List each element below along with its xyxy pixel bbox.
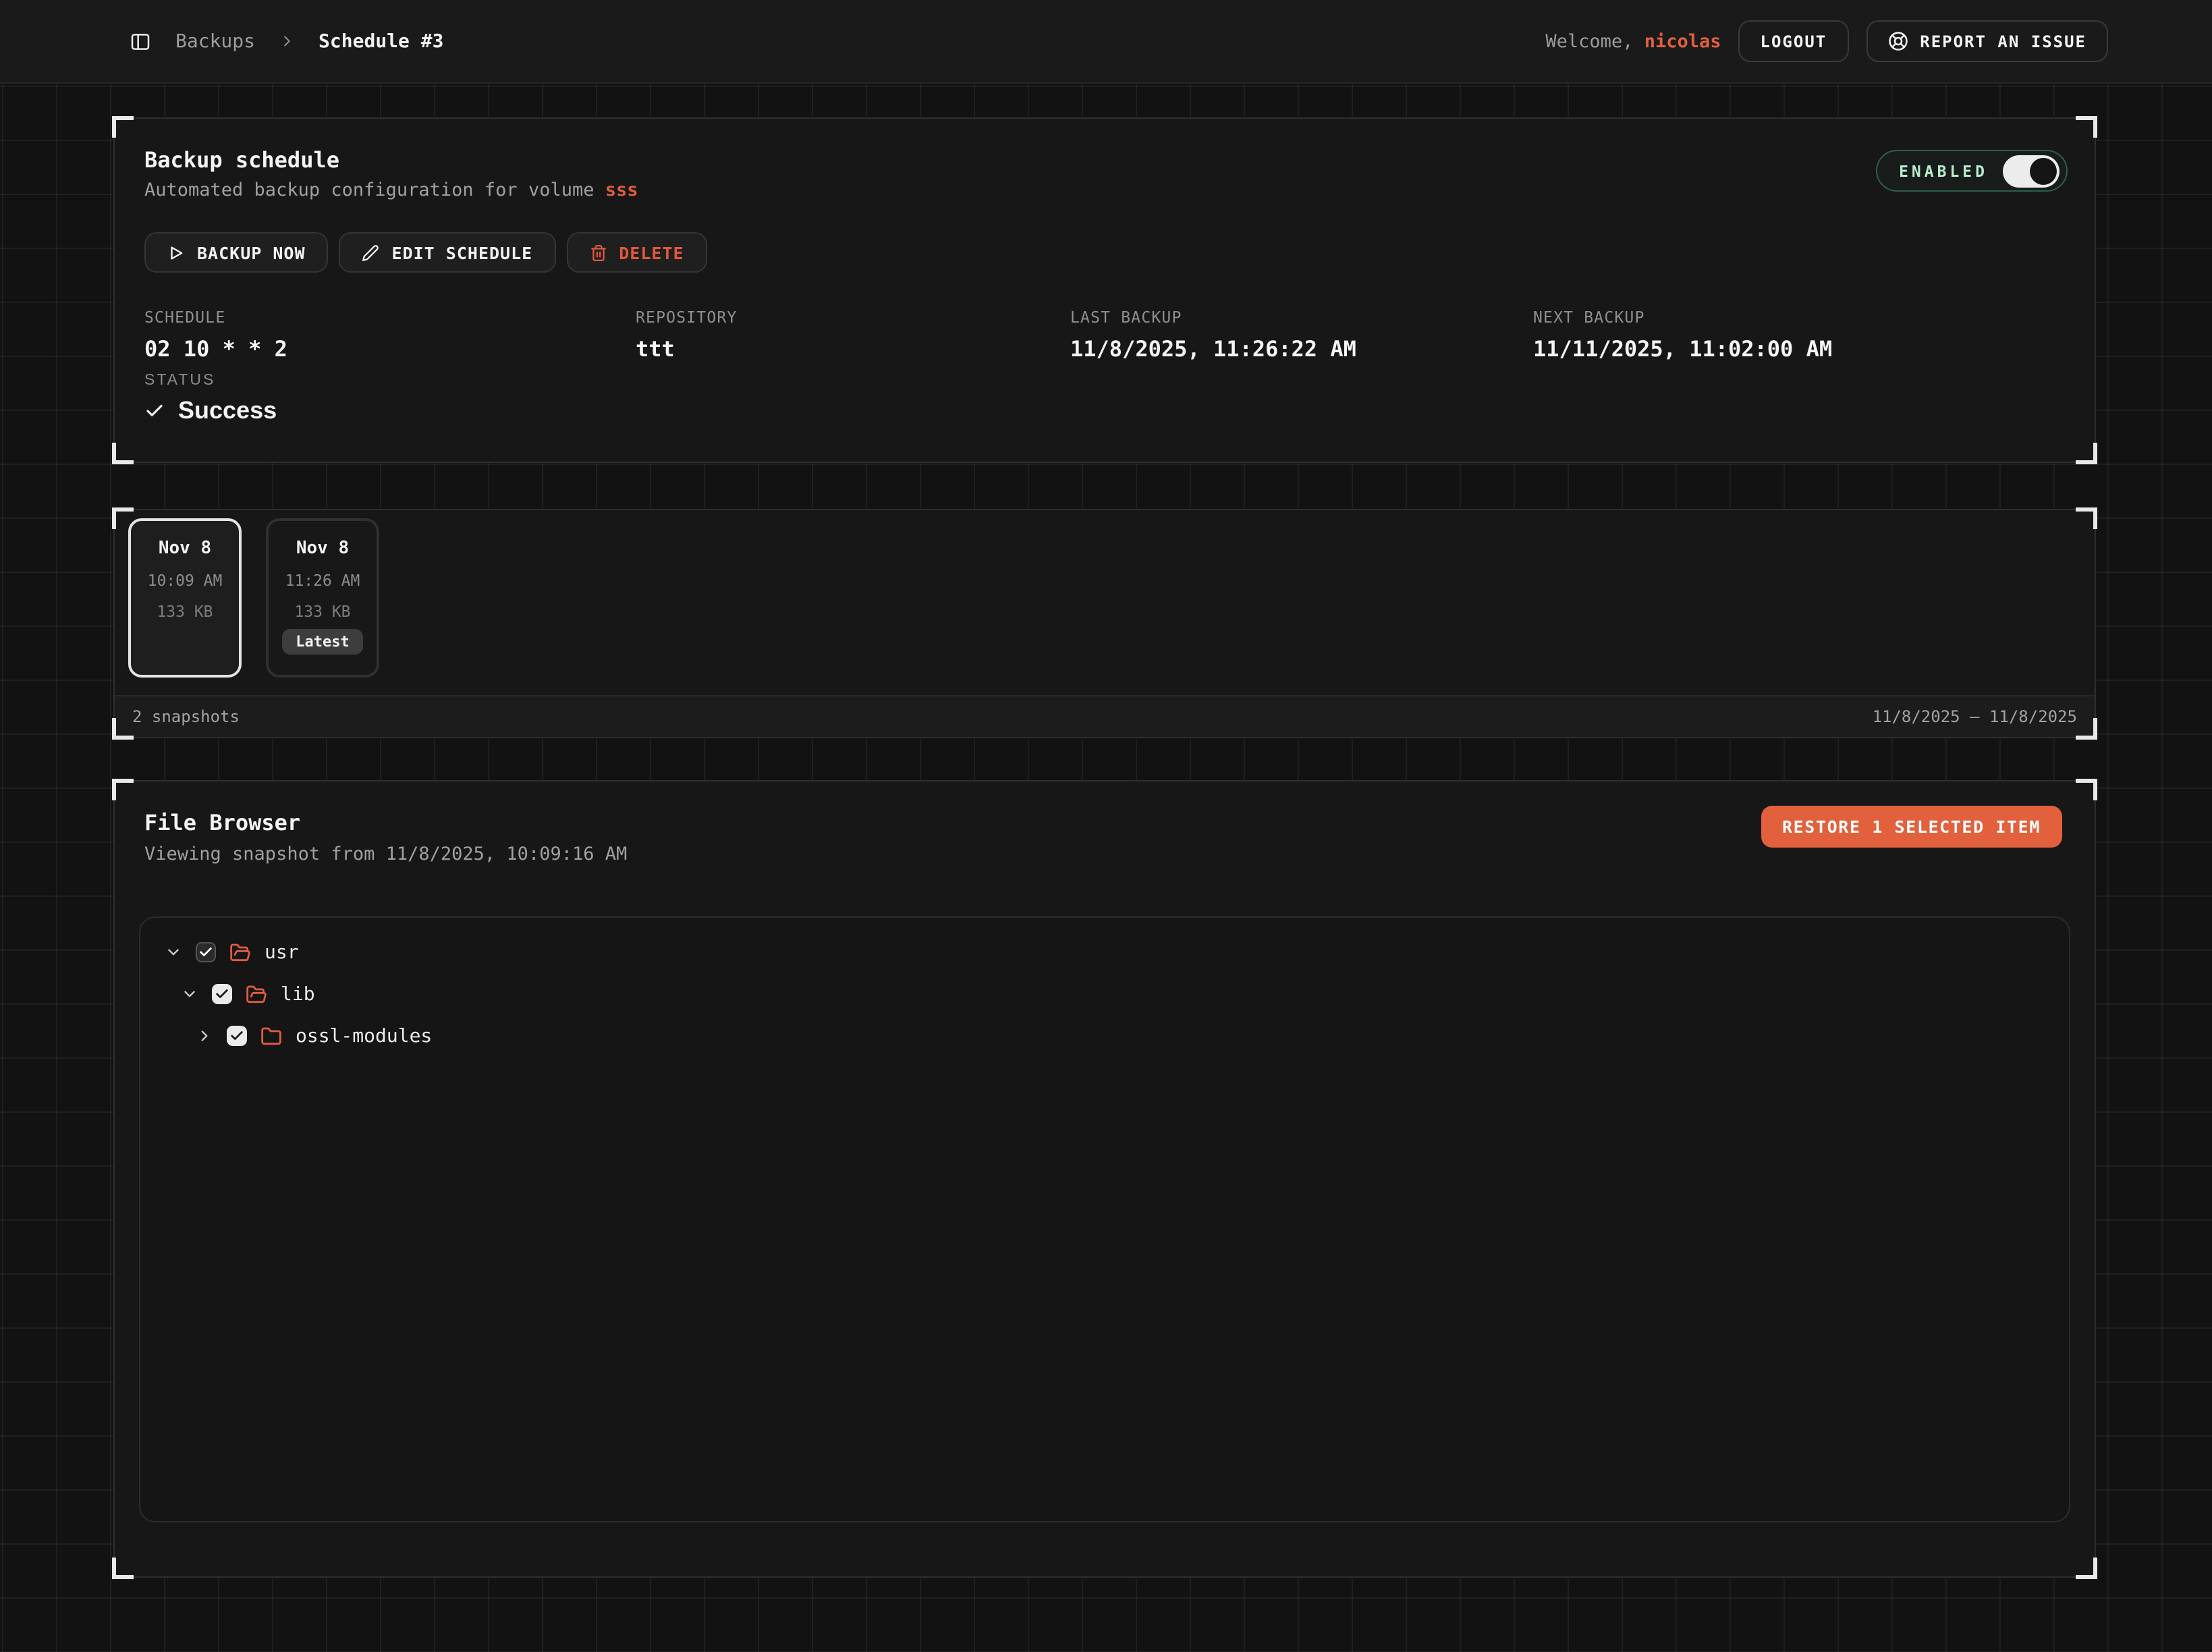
check-icon bbox=[144, 401, 165, 421]
folder-icon bbox=[260, 1025, 282, 1047]
tree-row-usr[interactable]: usr bbox=[140, 931, 2069, 973]
snapshots-panel: Nov 8 10:09 AM 133 KB Nov 8 11:26 AM 133… bbox=[113, 509, 2096, 738]
latest-badge: Latest bbox=[282, 629, 363, 655]
chevron-right-icon bbox=[279, 34, 294, 49]
topbar: Backups Schedule #3 Welcome, nicolas LOG… bbox=[0, 0, 2212, 84]
tree-item-name[interactable]: usr bbox=[265, 941, 299, 963]
checkbox-checked[interactable] bbox=[196, 942, 216, 962]
status-label: STATUS bbox=[144, 373, 277, 389]
snapshot-count: 2 snapshots bbox=[132, 707, 240, 726]
volume-name: sss bbox=[605, 180, 638, 201]
edit-schedule-button[interactable]: EDIT SCHEDULE bbox=[339, 232, 556, 273]
chevron-down-icon[interactable] bbox=[165, 943, 182, 961]
snapshots-footer: 2 snapshots 11/8/2025 – 11/8/2025 bbox=[115, 695, 2095, 737]
toggle-switch[interactable] bbox=[2003, 155, 2059, 187]
sidebar-toggle-icon[interactable] bbox=[130, 30, 151, 52]
chevron-right-icon[interactable] bbox=[196, 1027, 213, 1045]
field-repository: REPOSITORY ttt bbox=[636, 308, 1070, 362]
file-browser-title: File Browser bbox=[144, 810, 300, 835]
toggle-knob bbox=[2030, 157, 2057, 184]
snapshot-date-range: 11/8/2025 – 11/8/2025 bbox=[1873, 707, 2077, 726]
tree-row-lib[interactable]: lib bbox=[140, 973, 2069, 1015]
breadcrumb-current: Schedule #3 bbox=[319, 30, 443, 52]
file-tree: usr lib bbox=[139, 916, 2070, 1522]
logout-button[interactable]: LOGOUT bbox=[1739, 20, 1849, 62]
panel-title: Backup schedule bbox=[144, 147, 2068, 173]
status-value: Success bbox=[178, 397, 277, 425]
report-issue-button[interactable]: REPORT AN ISSUE bbox=[1866, 20, 2108, 62]
enabled-toggle[interactable]: ENABLED bbox=[1876, 150, 2068, 192]
snapshot-card-selected[interactable]: Nov 8 10:09 AM 133 KB bbox=[128, 518, 242, 678]
folder-open-icon bbox=[246, 983, 267, 1005]
snapshot-card[interactable]: Nov 8 11:26 AM 133 KB Latest bbox=[266, 518, 379, 678]
status-block: STATUS Success bbox=[144, 373, 277, 425]
field-schedule: SCHEDULE 02 10 * * 2 bbox=[144, 308, 636, 362]
username: nicolas bbox=[1644, 30, 1721, 52]
chevron-down-icon[interactable] bbox=[181, 985, 198, 1003]
folder-open-icon bbox=[229, 941, 251, 963]
restore-button[interactable]: RESTORE 1 SELECTED ITEM bbox=[1761, 806, 2062, 848]
lifebuoy-icon bbox=[1887, 31, 1908, 51]
tree-row-ossl-modules[interactable]: ossl-modules bbox=[140, 1015, 2069, 1057]
field-next-backup: NEXT BACKUP 11/11/2025, 11:02:00 AM bbox=[1533, 308, 2068, 362]
tree-item-name[interactable]: ossl-modules bbox=[296, 1025, 432, 1047]
pencil-icon bbox=[362, 244, 380, 261]
schedule-fields: SCHEDULE 02 10 * * 2 REPOSITORY ttt LAST… bbox=[144, 308, 2068, 362]
breadcrumb-section[interactable]: Backups bbox=[175, 30, 255, 52]
file-browser-panel: File Browser Viewing snapshot from 11/8/… bbox=[113, 780, 2096, 1578]
file-browser-subtitle: Viewing snapshot from 11/8/2025, 10:09:1… bbox=[144, 844, 627, 865]
snapshot-cards: Nov 8 10:09 AM 133 KB Nov 8 11:26 AM 133… bbox=[128, 518, 379, 678]
action-buttons: BACKUP NOW EDIT SCHEDULE DELETE bbox=[144, 232, 707, 273]
enabled-label: ENABLED bbox=[1899, 161, 1988, 180]
backup-schedule-panel: Backup schedule Automated backup configu… bbox=[113, 117, 2096, 463]
field-last-backup: LAST BACKUP 11/8/2025, 11:26:22 AM bbox=[1070, 308, 1533, 362]
welcome-text: Welcome, nicolas bbox=[1545, 30, 1721, 52]
panel-subtitle: Automated backup configuration for volum… bbox=[144, 180, 2068, 201]
play-icon bbox=[167, 244, 185, 261]
trash-icon bbox=[589, 244, 607, 261]
tree-item-name[interactable]: lib bbox=[281, 983, 315, 1005]
checkbox-checked[interactable] bbox=[227, 1026, 247, 1046]
topbar-right: Welcome, nicolas LOGOUT REPORT AN ISSUE bbox=[1545, 20, 2212, 62]
delete-button[interactable]: DELETE bbox=[566, 232, 707, 273]
breadcrumb: Backups Schedule #3 bbox=[0, 30, 443, 52]
app-root: Backups Schedule #3 Welcome, nicolas LOG… bbox=[0, 0, 2212, 1652]
checkbox-checked[interactable] bbox=[212, 984, 232, 1004]
backup-now-button[interactable]: BACKUP NOW bbox=[144, 232, 329, 273]
